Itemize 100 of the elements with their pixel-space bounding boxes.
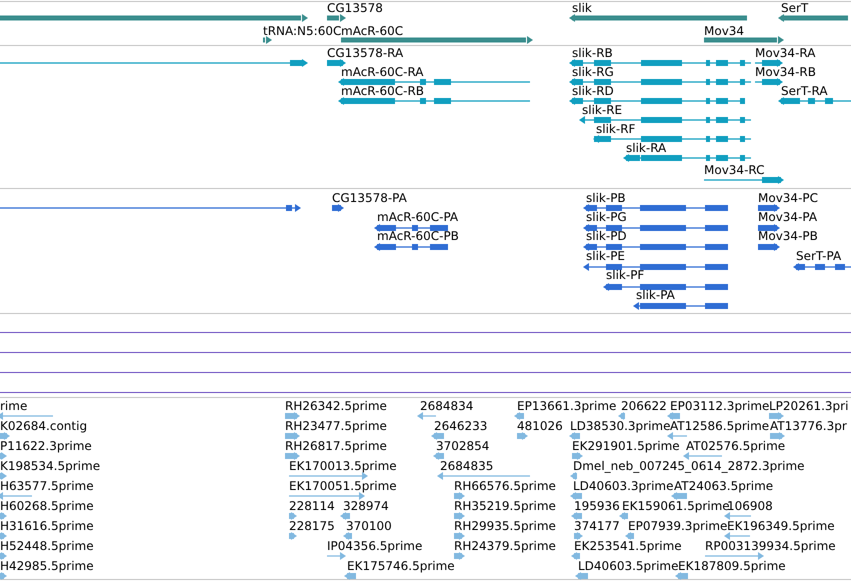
transcript-label: slik-RD	[572, 84, 614, 98]
est-glyph	[451, 551, 465, 561]
est-label: AT24063.5prime	[674, 479, 774, 493]
est-label: H31616.5prime	[0, 519, 94, 533]
est-label: rime	[0, 399, 28, 413]
protein-glyph	[329, 203, 344, 213]
est-label: EK253541.5prime	[574, 539, 682, 553]
est-glyph	[0, 531, 7, 541]
est-glyph	[569, 451, 583, 461]
est-label: 2646233	[434, 419, 488, 433]
gene-label: CG13578	[327, 1, 383, 15]
est-glyph	[0, 511, 7, 521]
est-label: P11622.3prime	[0, 439, 92, 453]
est-label: 206622	[621, 399, 667, 413]
est-label: 228114	[289, 499, 335, 513]
est-glyph	[571, 551, 583, 561]
est-label: 328974	[343, 499, 389, 513]
est-glyph	[683, 451, 725, 461]
protein-label: slik-PE	[586, 249, 626, 263]
protein-glyph	[755, 223, 780, 233]
est-label: EP13661.3prime	[517, 399, 616, 413]
gene-glyph	[324, 13, 346, 23]
est-glyph	[571, 531, 583, 541]
est-label: EK159061.5prime	[622, 499, 730, 513]
est-label: H63577.5prime	[0, 479, 94, 493]
est-glyph	[514, 431, 528, 441]
protein-label: Mov34-PB	[758, 229, 818, 243]
est-glyph	[417, 411, 439, 421]
est-glyph	[286, 531, 297, 541]
est-glyph	[724, 531, 753, 541]
est-label: RH26342.5prime	[285, 399, 387, 413]
est-label: 374177	[574, 519, 620, 533]
transcript-label: CG13578-RA	[327, 46, 404, 60]
est-glyph	[286, 511, 297, 521]
gene-label: mAcR-60C	[341, 24, 404, 38]
protein-label: mAcR-60C-PA	[377, 210, 458, 224]
est-label: Dmel_neb_007245_0614_2872.3prime	[573, 459, 805, 473]
est-glyph	[431, 431, 447, 441]
est-label: 2684835	[440, 459, 494, 473]
est-label: K02684.contig	[0, 419, 88, 433]
transcript-label: mAcR-60C-RA	[341, 65, 424, 79]
est-label: IP04356.5prime	[327, 539, 422, 553]
est-label: RH24379.5prime	[454, 539, 556, 553]
est-glyph	[570, 471, 580, 481]
protein-label: SerT-PA	[796, 249, 842, 263]
est-glyph	[344, 571, 359, 581]
est-glyph	[618, 411, 628, 421]
est-glyph	[724, 511, 754, 521]
transcript-label: mAcR-60C-RB	[341, 84, 424, 98]
est-label: EK196349.5prime	[727, 519, 835, 533]
protein-glyph	[755, 203, 780, 213]
est-label: LD40603.3prime	[573, 479, 674, 493]
est-glyph	[671, 491, 690, 501]
est-label: RH29935.5prime	[454, 519, 556, 533]
est-glyph	[514, 411, 527, 421]
est-glyph	[0, 571, 7, 581]
est-glyph	[767, 431, 785, 441]
est-glyph	[569, 431, 583, 441]
est-label: EP07939.3prime	[628, 519, 728, 533]
est-label: RP003139934.5prime	[705, 539, 836, 553]
protein-label: mAcR-60C-PB	[377, 229, 459, 243]
protein-glyph	[755, 242, 780, 252]
est-glyph	[0, 431, 10, 441]
protein-label: CG13578-PA	[332, 191, 407, 205]
est-glyph	[324, 551, 346, 561]
est-glyph	[575, 571, 591, 581]
est-glyph	[0, 491, 35, 501]
est-glyph	[433, 451, 447, 461]
est-glyph	[667, 431, 690, 441]
est-label: AT13776.3pr	[770, 419, 847, 433]
est-label: AT12586.5prime	[670, 419, 770, 433]
gene-glyph	[260, 35, 272, 45]
est-label: 2684834	[420, 399, 474, 413]
est-label: EK170051.5prime	[289, 479, 397, 493]
est-label: H60268.5prime	[0, 499, 94, 513]
est-label: 228175	[289, 519, 335, 533]
est-glyph	[766, 411, 784, 421]
est-label: EK170013.5prime	[289, 459, 397, 473]
transcript-label: Mov34-RB	[755, 65, 816, 79]
transcript-label: slik-RA	[626, 141, 666, 155]
est-glyph	[343, 531, 355, 541]
est-glyph	[667, 411, 683, 421]
est-label: K198534.5prime	[0, 459, 100, 473]
transcript-label: slik-RB	[572, 46, 613, 60]
est-label: EK187809.5prime	[678, 559, 786, 573]
est-glyph	[282, 431, 300, 441]
transcript-label: Mov34-RA	[755, 46, 816, 60]
est-label: H52448.5prime	[0, 539, 94, 553]
est-glyph	[625, 531, 637, 541]
est-label: RH26817.5prime	[285, 439, 387, 453]
est-glyph	[282, 451, 300, 461]
est-glyph	[0, 471, 7, 481]
est-label: LP20261.3pri	[769, 399, 848, 413]
gene-label: Mov34	[704, 24, 744, 38]
est-label: EK175746.5prime	[347, 559, 455, 573]
transcript-label: slik-RE	[582, 103, 622, 117]
protein-label: Mov34-PC	[758, 191, 818, 205]
est-glyph	[570, 491, 585, 501]
est-glyph	[451, 491, 465, 501]
est-glyph	[0, 411, 56, 421]
